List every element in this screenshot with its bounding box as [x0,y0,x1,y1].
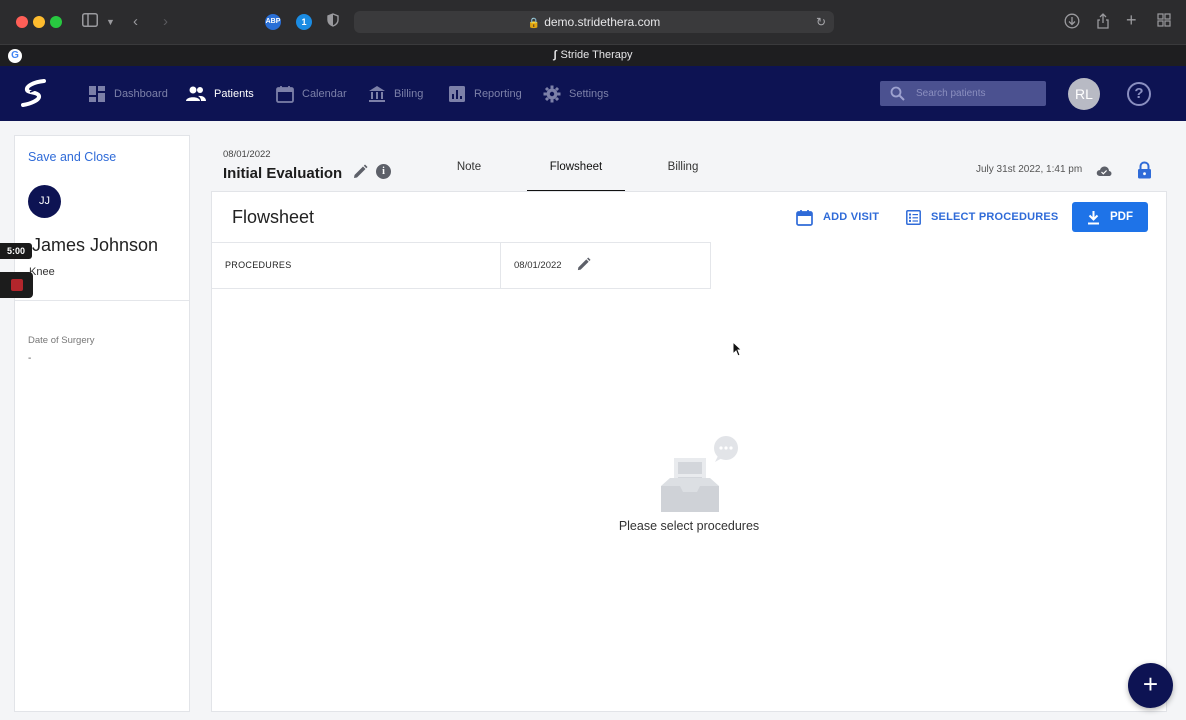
cloud-saved-icon [1096,166,1112,176]
download-icon[interactable] [1064,13,1080,34]
address-bar[interactable]: 🔒 demo.stridethera.com ↻ [354,11,834,33]
nav-reporting-label: Reporting [474,87,522,100]
back-icon[interactable]: ‹ [133,13,138,31]
browser-tab-title[interactable]: ∫ Stride Therapy [0,49,1186,61]
nav-patients-label: Patients [214,87,254,100]
search-input[interactable] [916,84,1036,103]
nav-calendar[interactable]: Calendar [276,66,347,121]
gear-icon [543,85,561,102]
forward-icon[interactable]: › [163,13,168,31]
empty-state-message: Please select procedures [618,519,760,533]
help-icon[interactable]: ? [1127,82,1151,106]
url-text: demo.stridethera.com [544,15,661,29]
app-navigation-bar: Dashboard Patients Calendar Billing Repo… [0,66,1186,121]
visit-date-column-header: 08/01/2022 [500,242,711,289]
empty-inbox-illustration [661,436,738,512]
chevron-down-icon[interactable]: ▼ [106,13,115,31]
patient-avatar: JJ [28,185,61,218]
bank-icon [369,85,385,102]
user-avatar[interactable]: RL [1068,78,1100,110]
chart-icon [449,85,465,102]
visit-date: 08/01/2022 [223,149,271,160]
info-icon[interactable]: i [376,164,391,179]
edit-visit-pencil-icon[interactable] [352,164,368,180]
tab-title-text: Stride Therapy [560,49,633,61]
patient-name: James Johnson [32,235,159,255]
reload-icon[interactable]: ↻ [816,11,826,33]
date-of-surgery-value: - [28,353,32,364]
calendar-icon [276,85,294,103]
save-and-close-link[interactable]: Save and Close [28,150,116,164]
minimize-window-button[interactable] [33,16,45,28]
stop-recording-button[interactable] [0,272,33,298]
pdf-label: PDF [1110,211,1133,223]
nav-dashboard-label: Dashboard [114,87,168,100]
select-procedures-button[interactable]: SELECT PROCEDURES [906,206,1058,228]
tab-overview-icon[interactable] [1157,13,1171,32]
shield-icon[interactable] [327,13,339,32]
nav-billing-label: Billing [394,87,424,100]
edit-column-pencil-icon[interactable] [576,257,591,272]
tab-note[interactable]: Note [440,145,498,192]
stride-logo-icon: ∫ [553,49,557,61]
date-of-surgery-label: Date of Surgery [28,335,95,346]
lock-icon[interactable] [1137,161,1152,179]
patients-icon [186,86,206,101]
flowsheet-title: Flowsheet [232,207,315,227]
add-visit-label: ADD VISIT [823,211,880,223]
calendar-icon [796,209,813,226]
stride-logo-icon[interactable] [20,78,48,108]
add-floating-button[interactable]: + [1128,663,1173,708]
sidebar-toggle-icon[interactable] [82,13,98,32]
nav-calendar-label: Calendar [302,87,347,100]
nav-billing[interactable]: Billing [368,66,423,121]
dashboard-icon [89,85,105,102]
recording-timer: 5:00 [0,243,32,259]
browser-tab-bar: G ∫ Stride Therapy [0,44,1186,66]
adblock-extension-icon[interactable]: ABP [265,14,281,30]
nav-settings[interactable]: Settings [543,66,609,121]
patient-sidebar: Save and Close JJ James Johnson Knee Dat… [14,135,190,712]
download-icon [1088,210,1099,224]
close-window-button[interactable] [16,16,28,28]
share-icon[interactable] [1096,13,1110,34]
lock-icon: 🔒 [527,18,541,29]
column-date-label: 08/01/2022 [514,260,562,271]
nav-dashboard[interactable]: Dashboard [88,66,168,121]
procedures-header-label: PROCEDURES [225,260,292,270]
tab-billing[interactable]: Billing [650,145,716,192]
sidebar-divider [15,300,189,301]
add-visit-button[interactable]: ADD VISIT [796,206,879,228]
search-icon [890,86,905,101]
browser-toolbar: ▼ ‹ › ABP 1 🔒 demo.stridethera.com ↻ + [0,0,1186,44]
pdf-download-button[interactable]: PDF [1072,202,1148,232]
visit-title: Initial Evaluation [223,165,343,182]
flowsheet-panel: Flowsheet ADD VISIT SELECT PROCEDURES PD… [211,191,1167,712]
mouse-cursor-icon [732,341,742,357]
password-extension-icon[interactable]: 1 [296,14,312,30]
select-procedures-label: SELECT PROCEDURES [931,211,1059,223]
new-tab-icon[interactable]: + [1126,11,1137,29]
search-box[interactable] [880,81,1046,106]
zoom-window-button[interactable] [50,16,62,28]
nav-settings-label: Settings [569,87,609,100]
nav-reporting[interactable]: Reporting [448,66,522,121]
stop-icon [11,279,23,291]
last-saved-timestamp: July 31st 2022, 1:41 pm [976,164,1083,175]
nav-patients[interactable]: Patients [186,66,254,121]
list-icon [906,209,921,225]
tab-flowsheet[interactable]: Flowsheet [527,145,625,192]
